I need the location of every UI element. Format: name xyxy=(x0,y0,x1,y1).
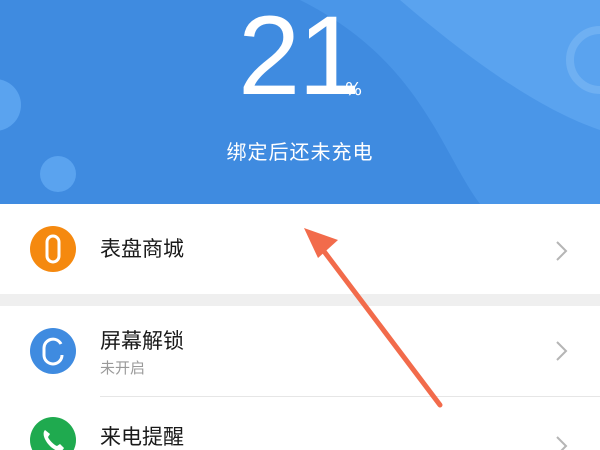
watch-band-icon xyxy=(30,226,76,272)
menu-item-screen-unlock[interactable]: 屏幕解锁 未开启 xyxy=(0,306,600,396)
unlock-icon xyxy=(30,328,76,374)
menu-item-subtitle: 未开启 xyxy=(100,359,146,377)
menu-item-title: 来电提醒 xyxy=(100,425,184,449)
chevron-right-icon xyxy=(556,241,568,261)
phone-icon xyxy=(30,417,76,450)
battery-percent-unit: % xyxy=(345,79,363,100)
menu-item-title: 表盘商城 xyxy=(100,237,184,261)
battery-percent-number: 21 xyxy=(238,0,361,118)
menu-item-title: 屏幕解锁 xyxy=(100,329,184,353)
menu-item-watch-face-store[interactable]: 表盘商城 xyxy=(0,204,600,294)
menu-card-store: 表盘商城 xyxy=(0,204,600,294)
battery-status-text: 绑定后还未充电 xyxy=(226,140,374,164)
menu-item-call-reminder[interactable]: 来电提醒 xyxy=(0,397,600,450)
battery-header: 21 % 绑定后还未充电 xyxy=(0,0,600,204)
app-screen: 21 % 绑定后还未充电 表盘商城 屏幕解锁 未开启 来电提醒 xyxy=(0,0,600,450)
menu-card-settings: 屏幕解锁 未开启 来电提醒 xyxy=(0,306,600,450)
chevron-right-icon xyxy=(556,341,568,361)
chevron-right-icon xyxy=(556,436,568,450)
